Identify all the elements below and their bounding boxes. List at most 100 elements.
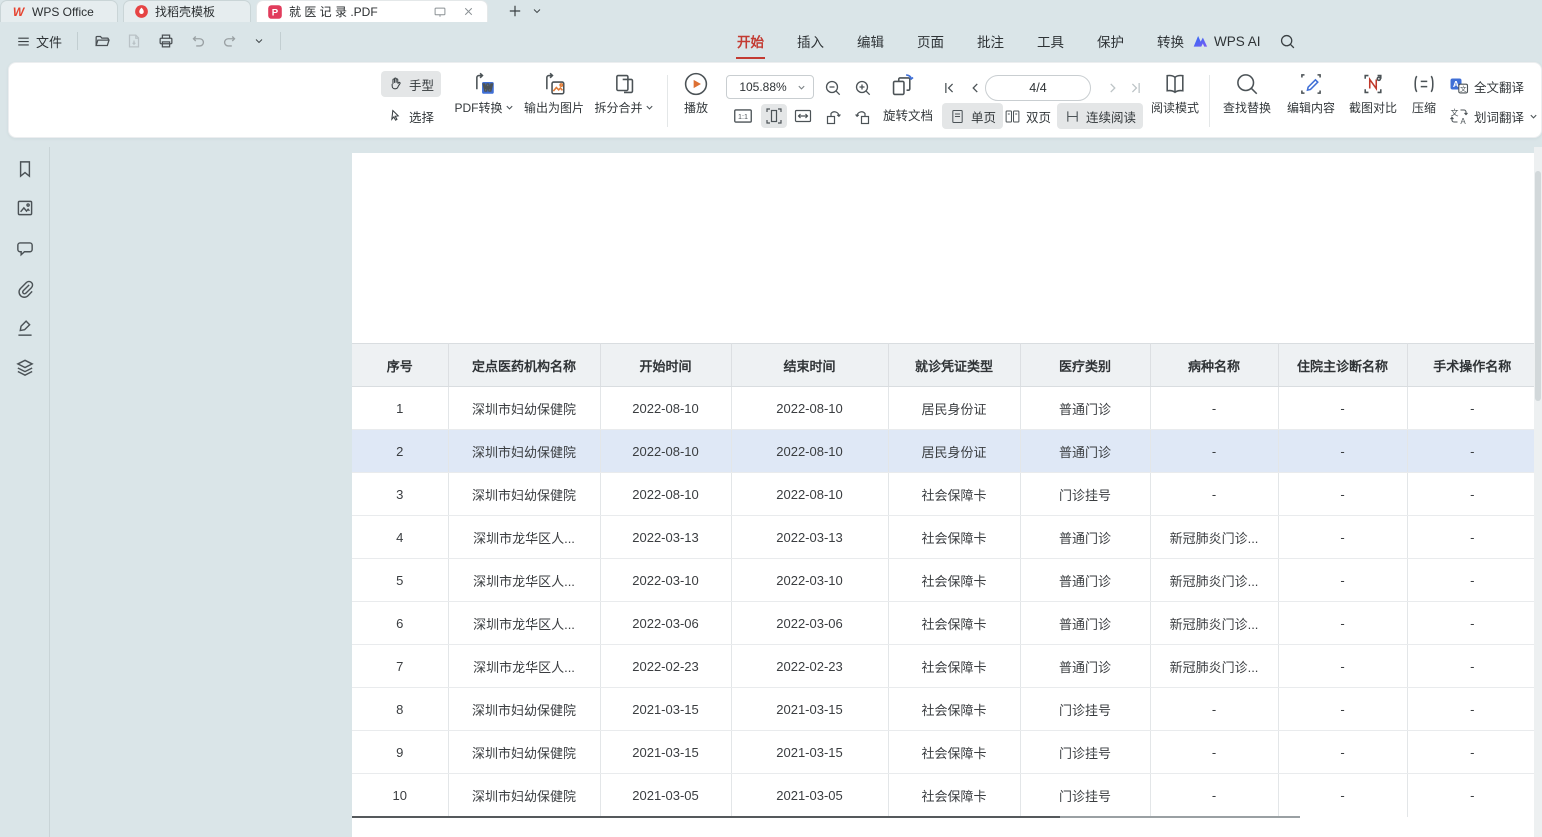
divider [667,75,668,127]
close-tab-icon[interactable] [457,1,479,23]
reading-mode-button[interactable]: 阅读模式 [1143,71,1207,116]
ribbon-tab-home[interactable]: 开始 [736,27,765,55]
table-cell: 4 [352,516,448,559]
more-history-chevron-icon[interactable] [249,32,269,50]
chevron-down-icon [1529,112,1538,121]
present-monitor-icon[interactable] [429,1,451,23]
full-text-translate-button[interactable]: A文 全文翻译 [1449,73,1524,99]
table-cell: - [1150,473,1278,516]
undo-button[interactable] [185,29,211,53]
vertical-scrollbar[interactable] [1534,147,1542,837]
wps-ai-icon [1192,33,1209,50]
document-title: 就 医 记 录 .PDF [289,3,423,20]
hand-tool-button[interactable]: 手型 [381,71,441,97]
table-cell: - [1150,731,1278,774]
table-cell: 2022-02-23 [731,645,888,688]
table-cell: 门诊挂号 [1020,731,1150,774]
zoom-out-button[interactable] [821,76,845,100]
find-replace-label: 查找替换 [1223,99,1271,116]
full-text-translate-icon: A文 [1449,76,1469,96]
comment-panel-icon[interactable] [14,238,36,260]
compress-button[interactable]: 压缩 [1399,71,1449,116]
save-icon [125,32,143,50]
pdf-convert-button[interactable]: W PDF转换 [446,71,522,116]
new-tab-icon[interactable] [504,0,526,22]
table-cell: 社会保障卡 [888,559,1020,602]
rotate-left-button[interactable] [821,104,845,128]
bookmark-panel-icon[interactable] [14,158,36,180]
print-button[interactable] [153,29,179,53]
global-search-icon[interactable] [1279,33,1296,50]
ribbon-tab-protect[interactable]: 保护 [1096,27,1125,55]
rotate-pages-button[interactable] [889,73,915,99]
zoom-level-combobox[interactable] [726,75,814,99]
svg-text:文: 文 [1460,84,1467,93]
attachment-panel-icon[interactable] [14,278,36,300]
thumbnails-panel-icon[interactable] [14,197,36,219]
fit-width-button[interactable] [791,104,815,128]
ribbon-tab-convert[interactable]: 转换 [1156,27,1185,55]
table-cell: 2022-08-10 [600,430,731,473]
table-cell: 2021-03-15 [600,731,731,774]
actual-size-button[interactable]: 1:1 [731,104,755,128]
redo-button[interactable] [217,29,243,53]
fit-page-button[interactable] [761,104,787,128]
column-header: 手术操作名称 [1407,344,1535,387]
ribbon-tab-insert[interactable]: 插入 [796,27,825,55]
table-cell: 2021-03-15 [731,688,888,731]
tab-docer[interactable]: 找稻壳模板 [123,0,251,22]
column-header: 住院主诊断名称 [1278,344,1407,387]
screenshot-compare-label: 截图对比 [1349,99,1397,116]
page-number-input[interactable] [986,76,1090,100]
table-cell: 社会保障卡 [888,473,1020,516]
signature-panel-icon[interactable] [14,317,36,339]
page-number-box[interactable] [985,75,1091,101]
word-translate-button[interactable]: 文A 划词翻译 [1449,103,1538,129]
table-cell: - [1407,430,1535,473]
first-page-button[interactable] [937,76,961,100]
zoom-in-icon [853,78,873,98]
continuous-reading-button[interactable]: 连续阅读 [1057,103,1143,129]
screenshot-compare-button[interactable]: 截图对比 [1341,71,1405,116]
rotate-document-label[interactable]: 旋转文档 [883,103,933,129]
single-page-button[interactable]: 单页 [942,103,1003,129]
printer-icon [157,32,175,50]
find-replace-button[interactable]: 查找替换 [1215,71,1279,116]
layers-panel-icon[interactable] [14,357,36,379]
ribbon-tab-page[interactable]: 页面 [916,27,945,55]
table-cell: 2022-03-06 [600,602,731,645]
table-cell: 2021-03-15 [731,731,888,774]
next-page-button[interactable] [1101,76,1125,100]
tab-document-active[interactable]: P 就 医 记 录 .PDF [256,0,488,22]
file-menu-button[interactable]: 文件 [12,29,66,54]
tab-list-chevron-icon[interactable] [526,0,548,22]
previous-page-button[interactable] [963,76,987,100]
file-menu-label: 文件 [36,32,62,51]
ribbon-tab-comment[interactable]: 批注 [976,27,1005,55]
edit-content-button[interactable]: 编辑内容 [1279,71,1343,116]
ribbon-tab-tools[interactable]: 工具 [1036,27,1065,55]
rotate-right-button[interactable] [851,104,875,128]
scrollbar-thumb[interactable] [1535,171,1541,401]
zoom-in-button[interactable] [851,76,875,100]
wps-ai-button[interactable]: WPS AI [1192,33,1261,50]
save-button[interactable] [121,29,147,53]
table-cell: 2 [352,430,448,473]
zoom-level-input[interactable] [734,80,792,94]
export-image-icon [541,71,567,97]
table-cell: 深圳市妇幼保健院 [448,473,600,516]
ribbon-tab-edit[interactable]: 编辑 [856,27,885,55]
svg-text:A: A [1453,79,1459,89]
split-merge-button[interactable]: 拆分合并 [586,71,662,116]
table-cell: 2022-08-10 [731,473,888,516]
table-cell: - [1407,774,1535,817]
open-file-button[interactable] [89,29,115,53]
select-tool-button[interactable]: 选择 [381,103,441,129]
document-view[interactable]: 序号定点医药机构名称开始时间结束时间就诊凭证类型医疗类别病种名称住院主诊断名称手… [51,147,1542,837]
play-button[interactable]: 播放 [673,71,719,116]
table-cell: 社会保障卡 [888,516,1020,559]
continuous-reading-label: 连续阅读 [1086,107,1136,126]
table-cell: 深圳市妇幼保健院 [448,731,600,774]
export-as-image-button[interactable]: 输出为图片 [514,71,594,116]
tab-wps-office[interactable]: W WPS Office [0,0,118,22]
